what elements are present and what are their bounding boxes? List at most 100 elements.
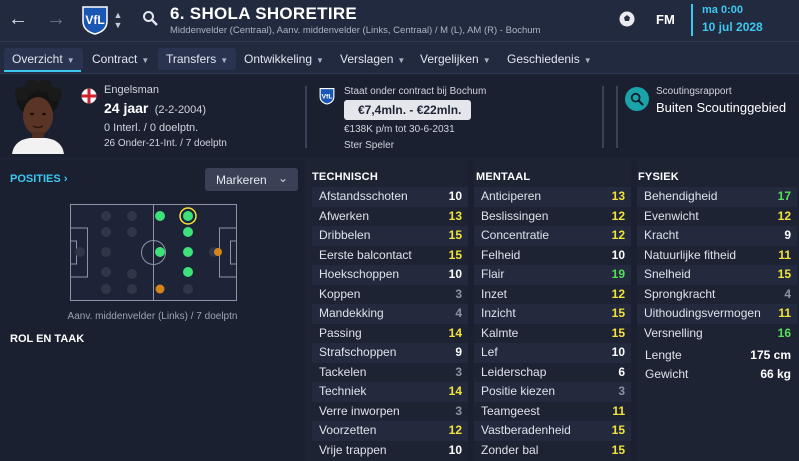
tab-ontwikkeling[interactable]: Ontwikkeling ▼	[236, 48, 332, 70]
tab-transfers[interactable]: Transfers ▼	[158, 48, 237, 70]
attribute-row[interactable]: Tackelen 3	[312, 363, 468, 383]
attribute-name: Dribbelen	[319, 228, 371, 242]
attribute-name: Concentratie	[481, 228, 550, 242]
attribute-value: 3	[618, 384, 625, 398]
attribute-name: Lef	[481, 345, 498, 359]
attribute-value: 16	[777, 325, 791, 340]
chevron-down-icon: ▼	[397, 56, 406, 65]
chevron-down-icon: ▼	[316, 56, 324, 65]
u21-caps: 26 Onder-21-Int. / 7 doelptn	[104, 138, 227, 149]
attribute-name: Inzicht	[481, 306, 516, 320]
tab-label: Transfers	[166, 52, 217, 66]
club-crest-icon[interactable]: VfL	[318, 86, 336, 106]
attribute-row[interactable]: Hoekschoppen 10	[312, 265, 468, 285]
chevron-down-icon: ▼	[141, 56, 150, 65]
attribute-value: 15	[611, 306, 625, 320]
attribute-row[interactable]: Positie kiezen 3	[474, 382, 631, 402]
attribute-value: 4	[455, 306, 462, 320]
attribute-row[interactable]: Sprongkracht 4	[637, 285, 797, 305]
tab-verslagen[interactable]: Verslagen ▼	[332, 48, 413, 70]
chevron-up-icon[interactable]: ▲	[114, 10, 123, 20]
value-range-badge[interactable]: €7,4mln. - €22mln.	[344, 100, 472, 120]
attribute-row[interactable]: Verre inworpen 3	[312, 402, 468, 422]
attribute-row[interactable]: Inzet 12	[474, 285, 631, 305]
highlight-dropdown[interactable]: Markeren ⌄	[205, 168, 298, 191]
attribute-name: Kracht	[644, 228, 679, 242]
attribute-row[interactable]: Vrije trappen 10	[312, 441, 468, 461]
attribute-row[interactable]: Anticiperen 13	[474, 187, 631, 207]
svg-text:VfL: VfL	[85, 13, 104, 27]
chevron-right-icon: ›	[63, 173, 68, 185]
chevron-down-icon[interactable]: ▼	[114, 20, 123, 30]
physical-title: FYSIEK	[638, 171, 679, 183]
attribute-row[interactable]: Vastberadenheid 15	[474, 421, 631, 441]
back-arrow-icon[interactable]: ←	[6, 8, 30, 30]
attribute-name: Anticiperen	[481, 189, 542, 203]
tab-geschiedenis[interactable]: Geschiedenis ▼	[499, 48, 600, 70]
tab-contract[interactable]: Contract ▼	[84, 48, 157, 70]
attribute-row[interactable]: Lef 10	[474, 343, 631, 363]
attribute-value: 14	[448, 325, 462, 340]
attribute-value: 6	[618, 364, 625, 379]
search-icon[interactable]	[141, 8, 159, 28]
scouting-search-icon[interactable]	[625, 87, 649, 111]
club-crest-icon[interactable]: VfL	[80, 4, 110, 36]
international-caps: 0 Interl. / 0 doelptn.	[104, 122, 199, 134]
attribute-row[interactable]: Versnelling 16	[637, 324, 797, 344]
attribute-row[interactable]: Koppen 3	[312, 285, 468, 305]
attribute-value: 17	[777, 189, 791, 203]
tab-label: Contract	[92, 52, 138, 66]
positions-title[interactable]: POSITIES ›	[10, 173, 67, 185]
attribute-row[interactable]: Uithoudingsvermogen 11	[637, 304, 797, 324]
fm-logo[interactable]: FM	[656, 12, 675, 27]
attribute-value: 15	[611, 325, 625, 340]
attribute-row[interactable]: Zonder bal 15	[474, 441, 631, 461]
attribute-name: Leiderschap	[481, 364, 547, 379]
height-value: 175 cm	[750, 348, 791, 362]
attribute-value: 11	[778, 247, 791, 262]
attribute-name: Versnelling	[644, 325, 703, 340]
tab-bar: Overzicht ▼ Contract ▼ Transfers ▼ Ontwikke…	[0, 42, 799, 74]
attribute-name: Beslissingen	[481, 208, 549, 223]
player-avatar[interactable]	[8, 79, 68, 154]
forward-arrow-icon[interactable]: →	[44, 8, 68, 30]
ball-icon[interactable]	[617, 9, 637, 29]
attribute-row[interactable]: Kalmte 15	[474, 324, 631, 344]
attribute-row[interactable]: Natuurlijke fitheid 11	[637, 246, 797, 266]
attribute-name: Behendigheid	[644, 189, 718, 203]
attribute-row[interactable]: Passing 14	[312, 324, 468, 344]
attribute-value: 13	[448, 208, 462, 223]
positions-title-text: POSITIES	[10, 173, 61, 185]
attribute-row[interactable]: Teamgeest 11	[474, 402, 631, 422]
attribute-row[interactable]: Evenwicht 12	[637, 207, 797, 227]
attribute-row[interactable]: Voorzetten 12	[312, 421, 468, 441]
attribute-row[interactable]: Eerste balcontact 15	[312, 246, 468, 266]
attribute-row[interactable]: Afwerken 13	[312, 207, 468, 227]
tab-vergelijken[interactable]: Vergelijken ▼	[412, 48, 499, 70]
game-date[interactable]: 10 jul 2028	[702, 20, 763, 34]
attribute-row[interactable]: Concentratie 12	[474, 226, 631, 246]
attribute-row[interactable]: Afstandsschoten 10	[312, 187, 468, 207]
attribute-row[interactable]: Techniek 14	[312, 382, 468, 402]
attribute-row[interactable]: Mandekking 4	[312, 304, 468, 324]
attribute-row[interactable]: Kracht 9	[637, 226, 797, 246]
attribute-row[interactable]: Strafschoppen 9	[312, 343, 468, 363]
attribute-value: 10	[448, 442, 462, 457]
weight-row: Gewicht 66 kg	[645, 365, 791, 385]
attribute-row[interactable]: Behendigheid 17	[637, 187, 797, 207]
tab-overzicht[interactable]: Overzicht ▼	[4, 48, 83, 70]
chevron-down-icon: ▼	[220, 56, 229, 65]
attribute-value: 10	[448, 189, 462, 203]
player-switch-chevrons[interactable]: ▲ ▼	[111, 6, 125, 34]
attribute-row[interactable]: Inzicht 15	[474, 304, 631, 324]
attribute-name: Passing	[319, 325, 362, 340]
attribute-row[interactable]: Felheid 10	[474, 246, 631, 266]
pitch	[70, 204, 237, 301]
attribute-row[interactable]: Beslissingen 12	[474, 207, 631, 227]
chevron-down-icon: ▼	[583, 56, 592, 65]
attribute-row[interactable]: Snelheid 15	[637, 265, 797, 285]
attribute-row[interactable]: Dribbelen 15	[312, 226, 468, 246]
attribute-row[interactable]: Leiderschap 6	[474, 363, 631, 383]
attribute-value: 12	[611, 228, 625, 242]
attribute-row[interactable]: Flair 19	[474, 265, 631, 285]
